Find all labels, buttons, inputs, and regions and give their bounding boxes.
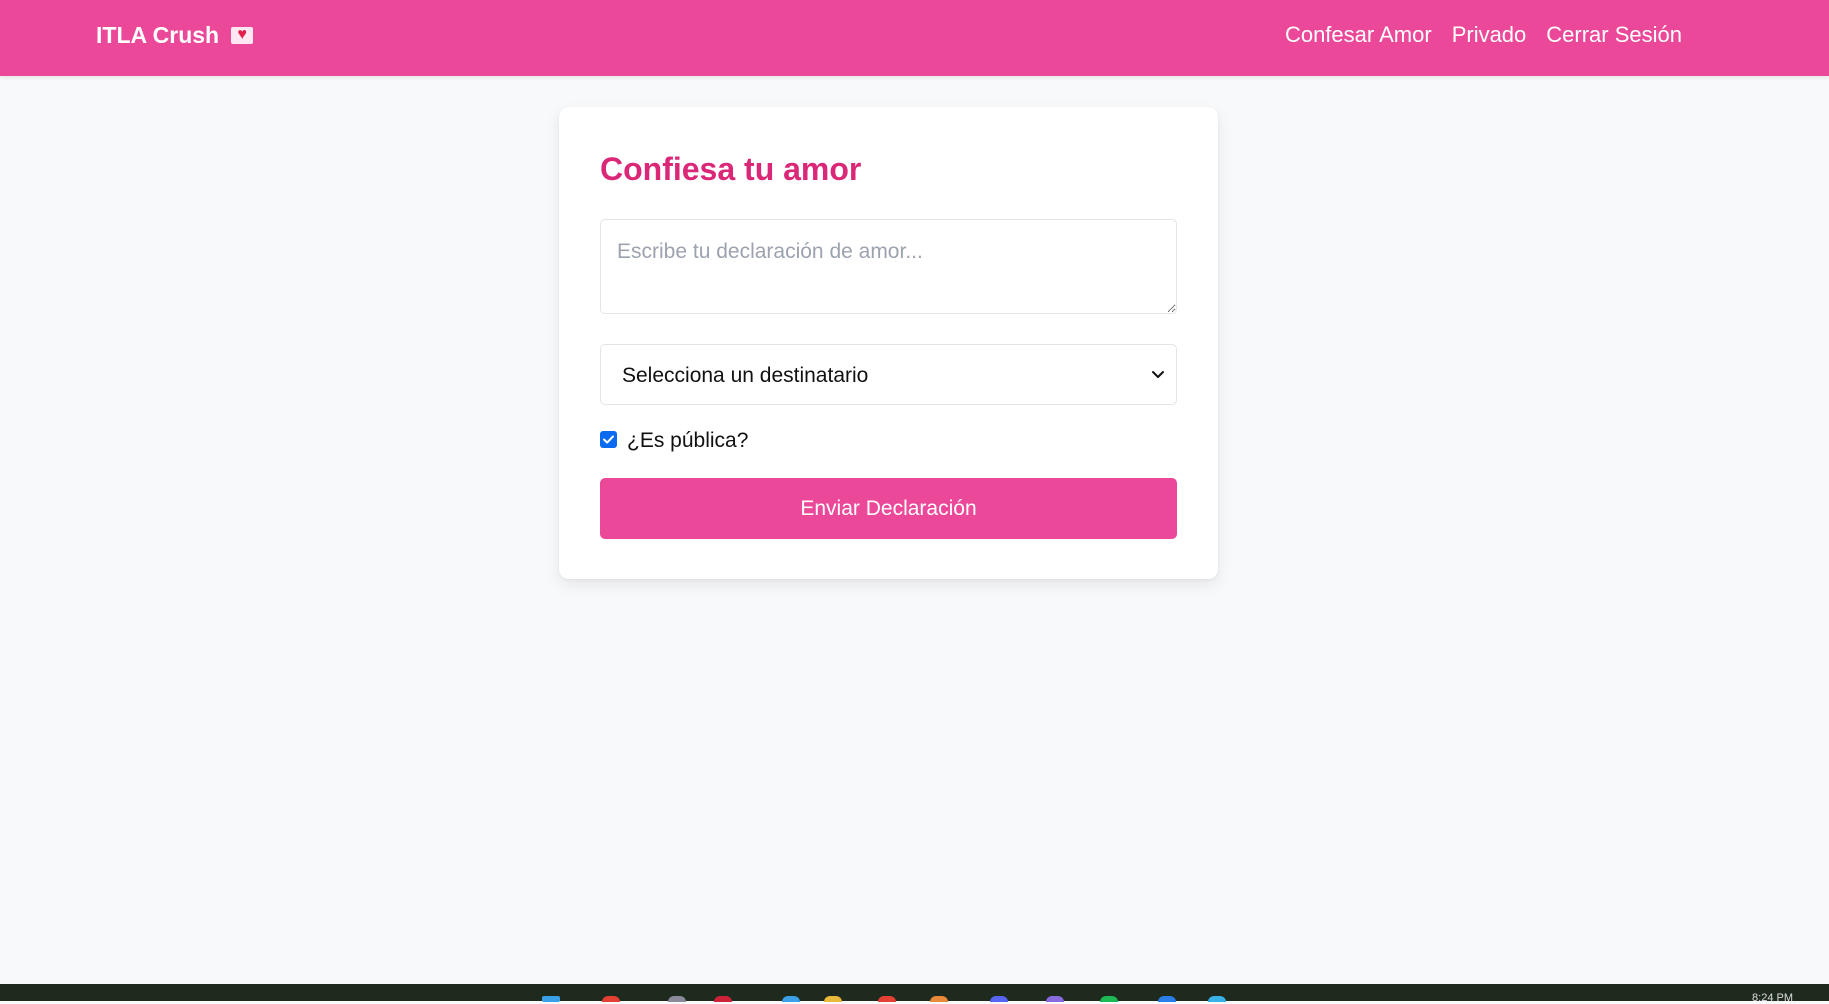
- app-icon-5[interactable]: [1208, 996, 1226, 1002]
- clock-time: 8:24 PM: [1752, 992, 1793, 1004]
- check-icon: [603, 435, 614, 444]
- app-icon-4[interactable]: [1158, 996, 1176, 1002]
- nav-link-cerrar-sesion[interactable]: Cerrar Sesión: [1546, 22, 1682, 48]
- app-icon-2[interactable]: [930, 996, 948, 1002]
- opera-icon[interactable]: [714, 996, 732, 1002]
- public-checkbox[interactable]: [600, 431, 617, 448]
- brand[interactable]: ITLA Crush: [96, 22, 254, 49]
- submit-button[interactable]: Enviar Declaración: [600, 478, 1177, 539]
- nav-link-privado[interactable]: Privado: [1452, 22, 1527, 48]
- nav-link-confesar-amor[interactable]: Confesar Amor: [1285, 22, 1432, 48]
- recipient-select-value: Selecciona un destinatario: [622, 364, 869, 387]
- active-app-icon[interactable]: [878, 996, 896, 1002]
- taskbar: 8:24 PM: [0, 984, 1829, 1004]
- brand-name[interactable]: ITLA Crush: [96, 22, 219, 49]
- page-title: Confiesa tu amor: [600, 151, 862, 187]
- nav-links: Confesar Amor Privado Cerrar Sesión: [1285, 22, 1682, 48]
- app-icon-3[interactable]: [1046, 996, 1064, 1002]
- confession-card: Confiesa tu amor Selecciona un destinata…: [559, 107, 1218, 579]
- vscode-icon[interactable]: [782, 996, 800, 1002]
- windows-start-icon[interactable]: [542, 996, 560, 1002]
- public-checkbox-label[interactable]: ¿Es pública?: [627, 429, 748, 453]
- chrome-icon[interactable]: [602, 996, 620, 1002]
- chevron-down-icon: [1152, 371, 1164, 378]
- navbar: ITLA Crush Confesar Amor Privado Cerrar …: [0, 0, 1829, 76]
- message-textarea[interactable]: [600, 219, 1177, 314]
- spotify-icon[interactable]: [1100, 996, 1118, 1002]
- love-letter-icon: [231, 24, 254, 46]
- app-icon[interactable]: [668, 996, 686, 1002]
- recipient-select[interactable]: Selecciona un destinatario: [600, 344, 1177, 405]
- discord-icon[interactable]: [990, 996, 1008, 1002]
- folder-icon[interactable]: [824, 996, 842, 1002]
